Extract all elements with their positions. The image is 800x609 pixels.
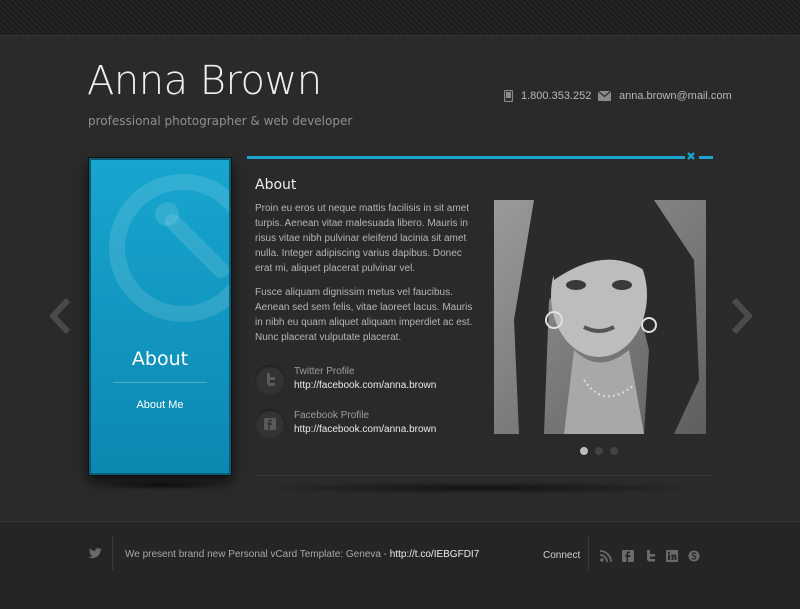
facebook-profile-label: Facebook Profile [294,410,370,421]
section-title: About [255,177,297,193]
card-divider [113,382,207,383]
accent-line [247,156,685,159]
tagline: professional photographer & web develope… [88,114,353,128]
card-title: About [131,348,189,370]
about-paragraph-1: Proin eu eros ut neque mattis facilisis … [255,203,469,274]
contact-phone: 1.800.353.252 [504,90,591,102]
top-texture-bar [0,0,800,36]
slider-dot-2[interactable] [595,447,603,455]
contact-email[interactable]: anna.brown@mail.com [598,90,732,102]
twitter-profile-url[interactable]: http://facebook.com/anna.brown [294,378,436,393]
footer-separator [588,536,589,570]
rss-icon[interactable] [599,549,612,563]
slider-dot-3[interactable] [610,447,618,455]
twitter-profile-label: Twitter Profile [294,366,355,377]
card-shadow [92,480,230,490]
linkedin-icon[interactable] [666,549,678,562]
phone-number: 1.800.353.252 [521,90,592,102]
facebook-profile: Facebook Profile http://facebook.com/ann… [255,409,436,439]
close-icon[interactable] [686,151,696,161]
portrait-photo [494,200,706,434]
connect-label: Connect [543,550,581,561]
envelope-icon [598,91,611,101]
twitter-profile: Twitter Profile http://facebook.com/anna… [255,365,436,395]
footer: We present brand new Personal vCard Temp… [0,521,800,609]
slider-dot-1[interactable] [580,447,588,455]
content-divider [255,475,711,476]
facebook-icon[interactable] [622,549,634,562]
slider-dots [580,447,625,455]
page-title: Anna Brown [87,58,322,104]
chevron-right-icon[interactable] [732,298,752,334]
chevron-left-icon[interactable] [50,298,70,334]
tweet-link[interactable]: http://t.co/IEBGFDI7 [390,549,479,560]
latest-tweet: We present brand new Personal vCard Temp… [125,549,479,560]
twitter-bird-icon [88,548,102,559]
facebook-icon[interactable] [255,409,285,439]
content-shadow [250,482,710,494]
tweet-text: We present brand new Personal vCard Temp… [125,549,390,560]
about-me-link[interactable]: About Me [91,399,229,411]
accent-line-end [699,156,713,159]
email-address[interactable]: anna.brown@mail.com [619,90,732,102]
clock-icon [109,174,229,322]
skype-icon[interactable] [688,549,700,562]
social-icons [599,549,710,563]
footer-separator [112,536,113,570]
about-paragraph-2: Fusce aliquam dignissim metus vel faucib… [255,287,473,343]
twitter-icon[interactable] [644,549,656,562]
twitter-icon[interactable] [255,365,285,395]
about-card[interactable]: About About Me [89,158,231,475]
facebook-profile-url[interactable]: http://facebook.com/anna.brown [294,422,436,437]
phone-icon [504,90,513,102]
